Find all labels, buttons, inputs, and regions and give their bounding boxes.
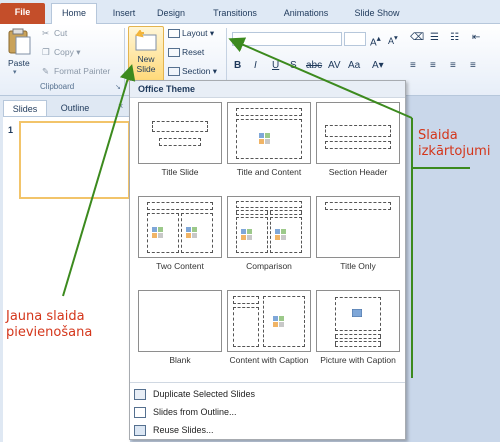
annotation-arrows xyxy=(62,37,470,378)
layout-arrow xyxy=(228,37,413,119)
new-slide-annotation-line2: pievienošana xyxy=(6,325,93,340)
new-slide-arrow xyxy=(62,64,136,297)
layouts-annotation-line1: Slaida xyxy=(418,128,458,143)
layouts-annotation-line2: izkārtojumi xyxy=(418,144,491,159)
new-slide-annotation-line1: Jauna slaida xyxy=(6,309,85,324)
